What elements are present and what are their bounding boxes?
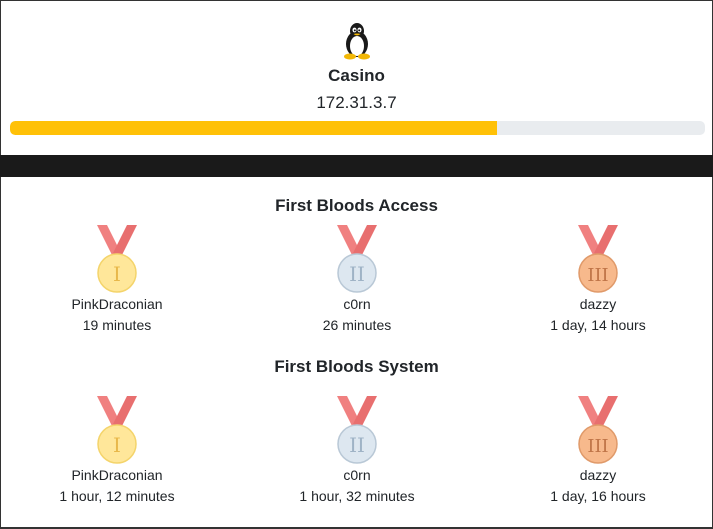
username[interactable]: c0rn (267, 296, 447, 313)
bronze-medal-icon: III (578, 396, 618, 464)
section-title-access: First Bloods Access (275, 196, 438, 215)
silver-medal-icon: II (337, 396, 377, 464)
progress-fill (10, 121, 497, 135)
blood-time: 1 day, 14 hours (550, 317, 646, 333)
blood-time: 1 day, 16 hours (550, 488, 646, 504)
svg-text:I: I (113, 433, 121, 457)
blood-entry-access-1: I PinkDraconian 19 minutes (27, 225, 207, 334)
blood-entry-system-3: III dazzy 1 day, 16 hours (508, 396, 688, 505)
machine-ip: 172.31.3.7 (316, 93, 397, 112)
machine-name: Casino (328, 66, 385, 85)
progress-bar (10, 121, 705, 135)
section-title-system: First Bloods System (274, 357, 439, 376)
username[interactable]: dazzy (508, 296, 688, 313)
blood-entry-access-3: III dazzy 1 day, 14 hours (508, 225, 688, 334)
svg-text:III: III (587, 436, 608, 457)
username[interactable]: PinkDraconian (27, 296, 207, 313)
silver-medal-icon: II (337, 225, 377, 293)
linux-penguin-icon (344, 23, 370, 60)
svg-text:III: III (587, 265, 608, 286)
blood-time: 19 minutes (82, 317, 152, 333)
blood-entry-system-1: I PinkDraconian 1 hour, 12 minutes (27, 396, 207, 505)
bronze-medal-icon: III (578, 225, 618, 293)
blood-time: 1 hour, 12 minutes (59, 488, 175, 504)
gold-medal-icon: I (97, 396, 137, 464)
blood-time: 26 minutes (322, 317, 392, 333)
gold-medal-icon: I (97, 225, 137, 293)
username[interactable]: c0rn (267, 467, 447, 484)
svg-text:II: II (349, 262, 365, 286)
blood-entry-system-2: II c0rn 1 hour, 32 minutes (267, 396, 447, 505)
machine-header: Casino 172.31.3.7 (0, 0, 713, 155)
username[interactable]: dazzy (508, 467, 688, 484)
blood-time: 1 hour, 32 minutes (299, 488, 415, 504)
svg-text:I: I (113, 262, 121, 286)
username[interactable]: PinkDraconian (27, 467, 207, 484)
divider-bar (0, 155, 713, 177)
svg-text:II: II (349, 433, 365, 457)
blood-entry-access-2: II c0rn 26 minutes (267, 225, 447, 334)
